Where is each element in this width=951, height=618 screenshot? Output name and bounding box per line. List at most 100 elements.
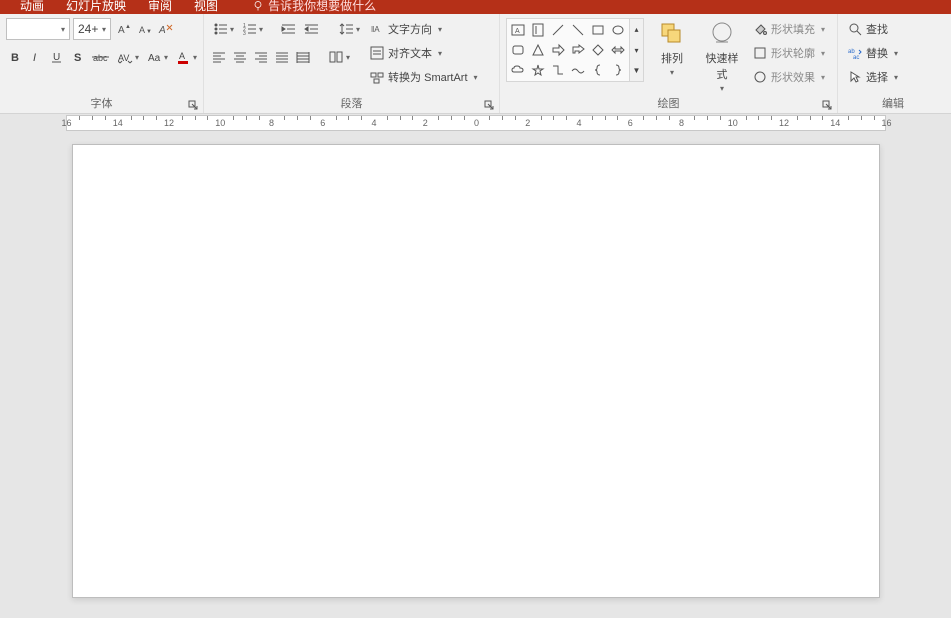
font-color-button[interactable]: A (173, 46, 199, 68)
svg-text:3: 3 (243, 31, 246, 36)
svg-text:A: A (515, 28, 520, 35)
select-button[interactable]: 选择▾ (844, 66, 942, 88)
paragraph-dialog-launcher[interactable] (484, 99, 496, 111)
decrease-indent-button[interactable] (279, 18, 299, 40)
arrange-button[interactable]: 排列 ▾ (650, 18, 694, 79)
smartart-icon (370, 70, 384, 84)
shape-textbox[interactable]: A (509, 21, 527, 39)
ruler-number: 10 (215, 118, 225, 128)
quick-styles-button[interactable]: 快速样式 ▾ (700, 18, 744, 95)
shape-triangle[interactable] (529, 41, 547, 59)
group-font: ▾ 24+▾ A▲ A▼ A B I U S abc AV Aa A 字体 (0, 14, 204, 113)
shape-arrow-left-right[interactable] (609, 41, 627, 59)
shape-brace-left[interactable] (589, 61, 607, 79)
bullets-button[interactable] (210, 18, 236, 40)
align-left-button[interactable] (210, 46, 228, 68)
distributed-button[interactable] (294, 46, 312, 68)
convert-smartart-button[interactable]: 转换为 SmartArt▾ (368, 66, 479, 88)
ruler-number: 8 (269, 118, 274, 128)
tell-me-label: 告诉我你想要做什么 (268, 0, 376, 12)
shape-vertical-textbox[interactable] (529, 21, 547, 39)
ruler-number: 2 (525, 118, 530, 128)
shape-outline-button[interactable]: 形状轮廓▾ (750, 42, 828, 64)
group-drawing-label: 绘图 (500, 95, 837, 111)
font-dialog-launcher[interactable] (188, 99, 200, 111)
shape-arrow-turn[interactable] (569, 41, 587, 59)
svg-text:Aa: Aa (148, 53, 161, 64)
font-size-value: 24+ (78, 22, 98, 36)
line-spacing-button[interactable] (336, 18, 362, 40)
shapes-more[interactable]: ▼ (630, 60, 643, 81)
align-text-button[interactable]: 对齐文本▾ (368, 42, 479, 64)
replace-label: 替换 (866, 45, 888, 61)
svg-text:A: A (158, 25, 166, 36)
ruler-number: 6 (320, 118, 325, 128)
shape-oval[interactable] (609, 21, 627, 39)
underline-button[interactable]: U (48, 46, 66, 68)
text-shadow-button[interactable]: S (69, 46, 87, 68)
justify-button[interactable] (273, 46, 291, 68)
shape-cloud[interactable] (509, 61, 527, 79)
font-size-combo[interactable]: 24+▾ (73, 18, 111, 40)
strikethrough-button[interactable]: abc (90, 46, 112, 68)
svg-text:▲: ▲ (125, 24, 130, 30)
shape-rectangle[interactable] (589, 21, 607, 39)
clear-formatting-button[interactable]: A (156, 18, 176, 40)
find-button[interactable]: 查找 (844, 18, 942, 40)
decrease-font-button[interactable]: A▼ (135, 18, 153, 40)
shape-line2[interactable] (569, 21, 587, 39)
text-direction-button[interactable]: ‖A 文字方向▾ (368, 18, 479, 40)
find-label: 查找 (866, 21, 888, 37)
ruler-number: 6 (628, 118, 633, 128)
shape-fill-icon (753, 22, 767, 36)
ruler-number: 8 (679, 118, 684, 128)
tab-review[interactable]: 审阅 (148, 0, 172, 12)
svg-text:AV: AV (118, 53, 129, 63)
increase-font-button[interactable]: A▲ (114, 18, 132, 40)
numbering-button[interactable]: 123 (239, 18, 265, 40)
replace-button[interactable]: abac 替换▾ (844, 42, 942, 64)
quick-styles-label: 快速样式 (702, 50, 742, 82)
shapes-scroll-up[interactable]: ▴ (630, 19, 643, 40)
shape-rounded-rect[interactable] (509, 41, 527, 59)
slide[interactable] (72, 144, 880, 598)
replace-icon: abac (848, 46, 862, 60)
svg-text:A: A (139, 25, 145, 35)
tab-slideshow[interactable]: 幻灯片放映 (66, 0, 126, 12)
ruler-number: 14 (113, 118, 123, 128)
char-spacing-button[interactable]: AV (115, 46, 141, 68)
group-font-label: 字体 (0, 95, 203, 111)
shape-effects-button[interactable]: 形状效果▾ (750, 66, 828, 88)
shape-arrow-right[interactable] (549, 41, 567, 59)
quick-styles-icon (708, 20, 736, 48)
shapes-gallery-scroll: ▴ ▾ ▼ (630, 18, 644, 82)
group-drawing: A (500, 14, 838, 113)
shape-diamond[interactable] (589, 41, 607, 59)
tab-view[interactable]: 视图 (194, 0, 218, 12)
bold-button[interactable]: B (6, 46, 24, 68)
shape-wave[interactable] (569, 61, 587, 79)
shapes-scroll-down[interactable]: ▾ (630, 40, 643, 61)
align-right-button[interactable] (252, 46, 270, 68)
ruler-number: 0 (474, 118, 479, 128)
increase-indent-button[interactable] (302, 18, 322, 40)
drawing-dialog-launcher[interactable] (822, 99, 834, 111)
font-name-combo[interactable]: ▾ (6, 18, 70, 40)
shape-fill-button[interactable]: 形状填充▾ (750, 18, 828, 40)
change-case-button[interactable]: Aa (144, 46, 170, 68)
shape-connector[interactable] (549, 61, 567, 79)
tab-animation[interactable]: 动画 (20, 0, 44, 12)
tell-me-search[interactable]: 告诉我你想要做什么 (252, 0, 376, 12)
shape-brace-right[interactable] (609, 61, 627, 79)
shape-star[interactable] (529, 61, 547, 79)
shapes-gallery: A (506, 18, 644, 82)
align-center-button[interactable] (231, 46, 249, 68)
columns-button[interactable] (326, 46, 352, 68)
tabs-bar: 动画 幻灯片放映 审阅 视图 告诉我你想要做什么 (0, 0, 951, 14)
shape-line[interactable] (549, 21, 567, 39)
ruler-number: 4 (371, 118, 376, 128)
select-label: 选择 (866, 69, 888, 85)
italic-button[interactable]: I (27, 46, 45, 68)
lightbulb-icon (252, 0, 264, 12)
ruler-number: 12 (164, 118, 174, 128)
